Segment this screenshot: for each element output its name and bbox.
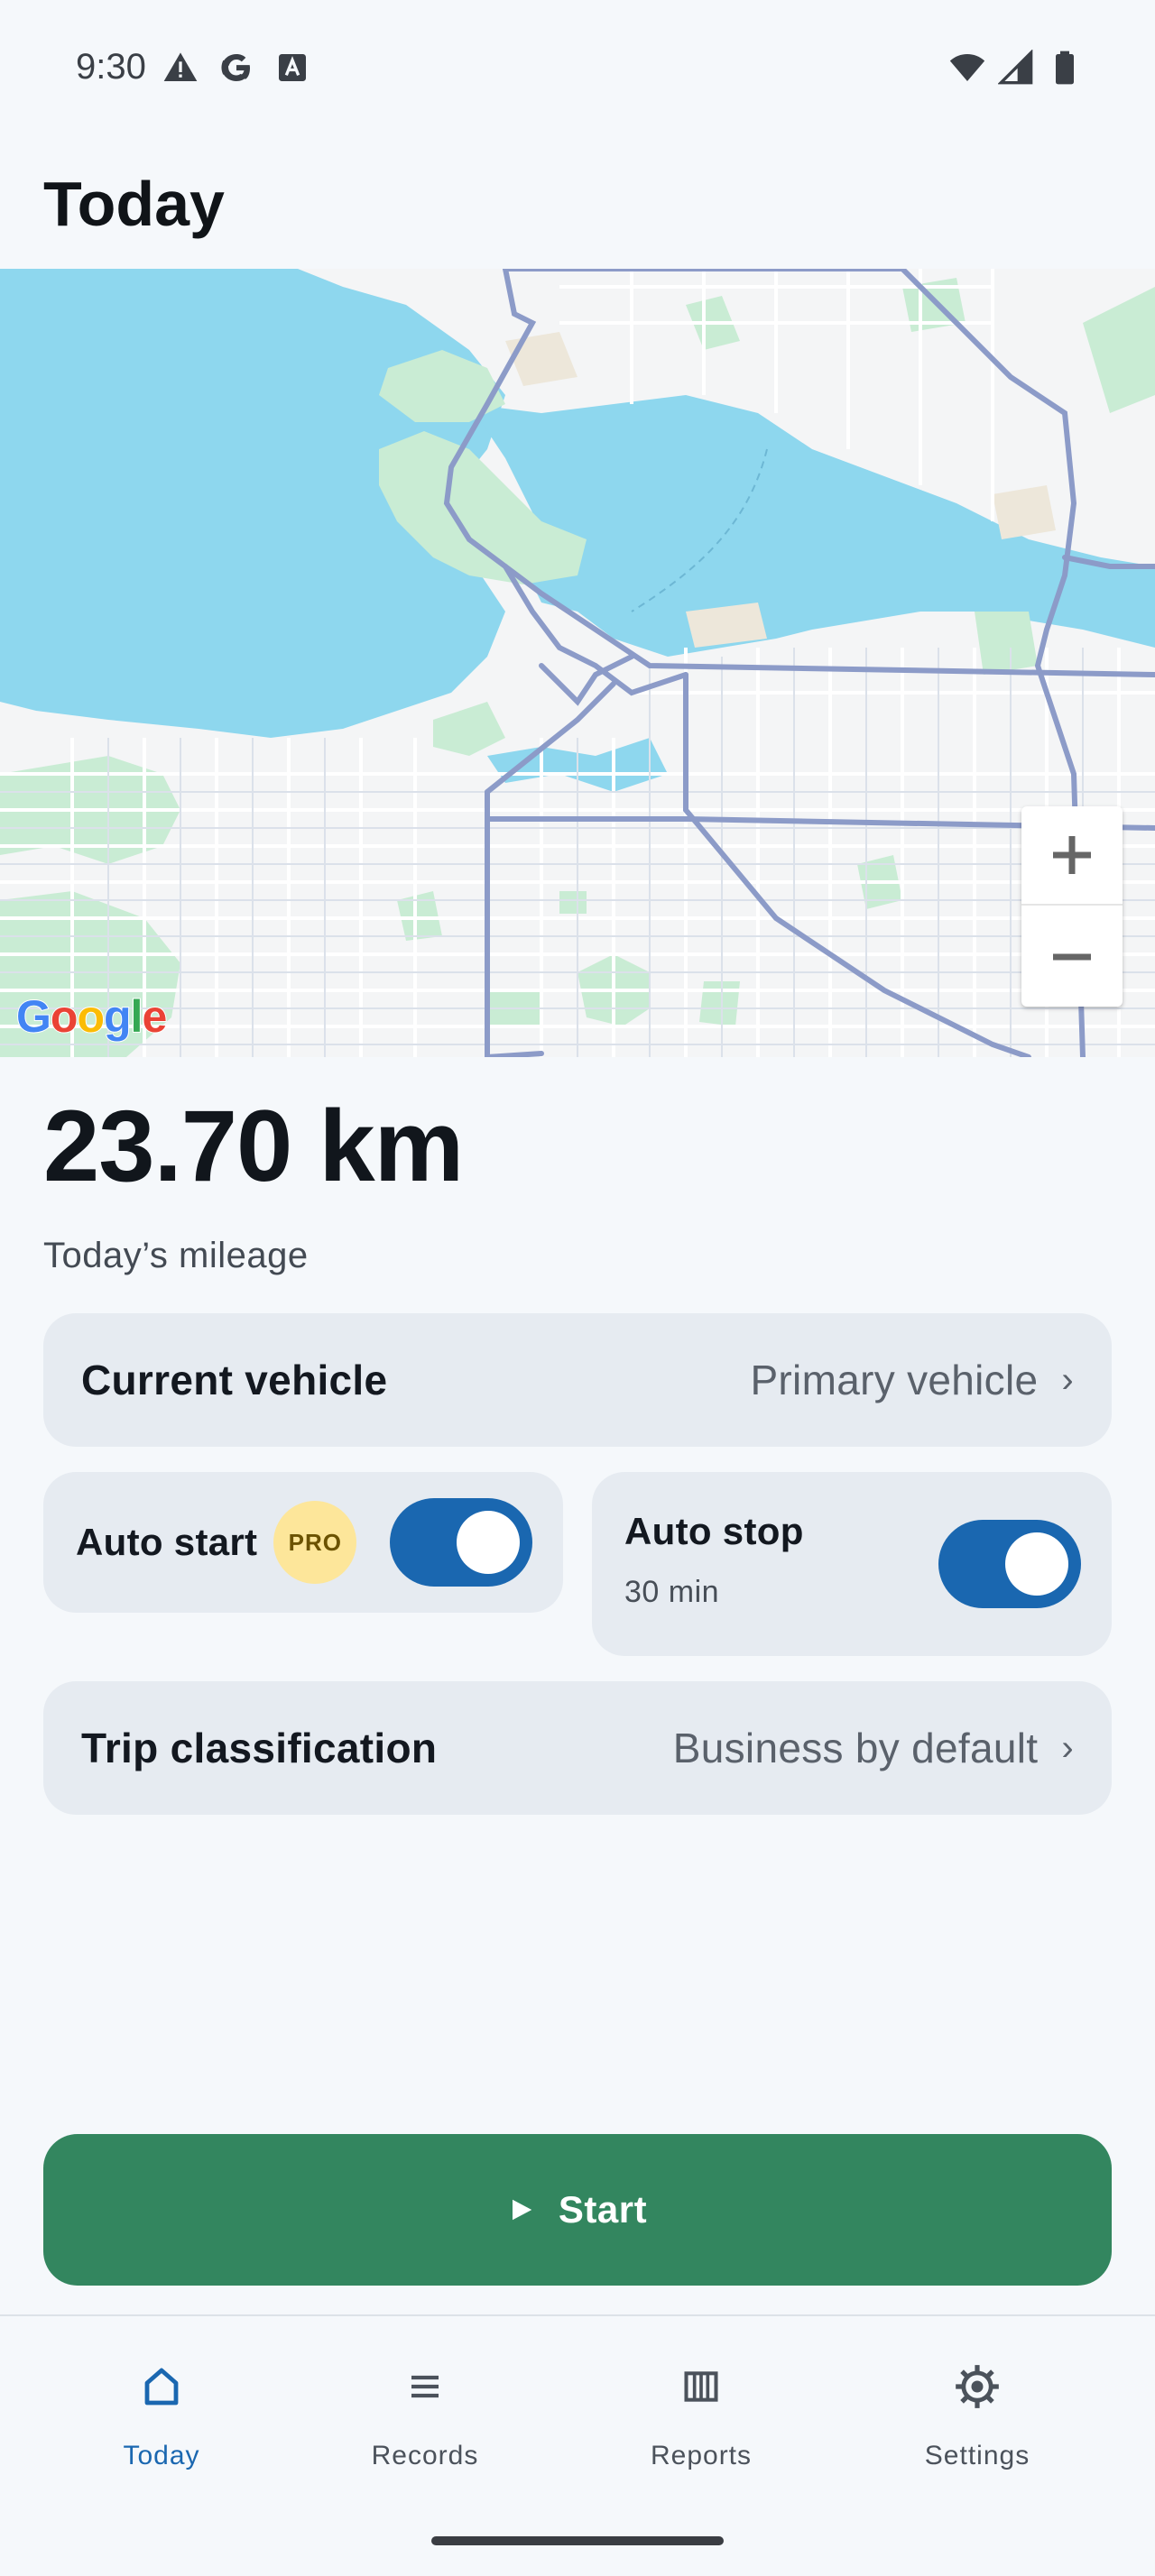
auto-start-toggle[interactable] [390, 1498, 532, 1587]
pro-badge: PRO [273, 1501, 357, 1584]
google-logo-letter: o [50, 990, 79, 1043]
nav-item-settings[interactable]: Settings [839, 2316, 1115, 2497]
warning-icon [163, 52, 198, 81]
auto-stop-toggle[interactable] [938, 1520, 1081, 1608]
wifi-icon [949, 54, 985, 81]
zoom-in-button[interactable] [1021, 806, 1123, 906]
play-icon [512, 2199, 532, 2221]
map-view[interactable]: Google [0, 269, 1155, 1057]
chevron-right-icon: › [1061, 1727, 1074, 1768]
nav-label-reports: Reports [650, 2441, 753, 2470]
map-canvas[interactable] [0, 269, 1155, 1057]
auto-start-card: Auto start PRO [43, 1472, 563, 1613]
google-logo-letter: l [130, 990, 144, 1043]
minus-icon [1053, 953, 1091, 961]
gear-icon [956, 2365, 999, 2408]
auto-stop-duration: 30 min [624, 1575, 720, 1609]
auto-stop-title: Auto stop [624, 1510, 804, 1552]
start-button[interactable]: Start [43, 2134, 1112, 2286]
font-icon [279, 54, 306, 81]
trip-classification-value: Business by default [672, 1725, 1039, 1771]
auto-start-title: Auto start [76, 1521, 258, 1563]
current-vehicle-value: Primary vehicle [750, 1357, 1039, 1403]
zoom-out-button[interactable] [1021, 907, 1123, 1007]
zoom-controls [1021, 806, 1123, 1007]
home-icon [144, 2368, 179, 2406]
google-logo-letter: G [15, 990, 52, 1043]
nav-label-today: Today [123, 2441, 200, 2470]
cellular-icon [998, 50, 1033, 85]
mileage-label: Today’s mileage [43, 1236, 309, 1275]
current-vehicle-title: Current vehicle [81, 1357, 388, 1403]
google-logo-letter: e [141, 990, 168, 1043]
nav-item-records[interactable]: Records [287, 2316, 563, 2497]
nav-label-records: Records [371, 2441, 479, 2470]
trip-classification-card[interactable]: Trip classification Business by default … [43, 1681, 1112, 1815]
mileage-value: 23.70 km [43, 1090, 464, 1202]
reports-icon [684, 2371, 718, 2402]
nav-item-reports[interactable]: Reports [563, 2316, 839, 2497]
trip-classification-title: Trip classification [81, 1725, 438, 1771]
google-logo-letter: g [103, 990, 133, 1043]
status-icons-left [162, 50, 310, 86]
current-vehicle-card[interactable]: Current vehicle Primary vehicle › [43, 1313, 1112, 1447]
chevron-right-icon: › [1061, 1359, 1074, 1400]
google-icon [221, 54, 250, 81]
battery-icon [1056, 51, 1074, 85]
toggle-knob [1005, 1532, 1068, 1596]
current-vehicle-value-group: Primary vehicle › [750, 1356, 1074, 1404]
nav-label-settings: Settings [924, 2441, 1030, 2470]
plus-icon [1053, 836, 1091, 874]
status-time: 9:30 [76, 47, 146, 87]
status-icons-right [949, 50, 1083, 86]
toggle-knob [457, 1511, 520, 1574]
start-button-label: Start [558, 2188, 648, 2231]
trip-classification-value-group: Business by default › [673, 1724, 1074, 1772]
home-indicator [431, 2536, 724, 2545]
auto-stop-card: Auto stop 30 min [592, 1472, 1112, 1656]
nav-item-today[interactable]: Today [23, 2316, 300, 2497]
google-logo-letter: o [76, 990, 106, 1043]
page-title: Today [43, 169, 225, 239]
google-logo: Google [15, 990, 168, 1043]
list-icon [411, 2375, 439, 2398]
status-bar: 9:30 [0, 0, 1155, 135]
